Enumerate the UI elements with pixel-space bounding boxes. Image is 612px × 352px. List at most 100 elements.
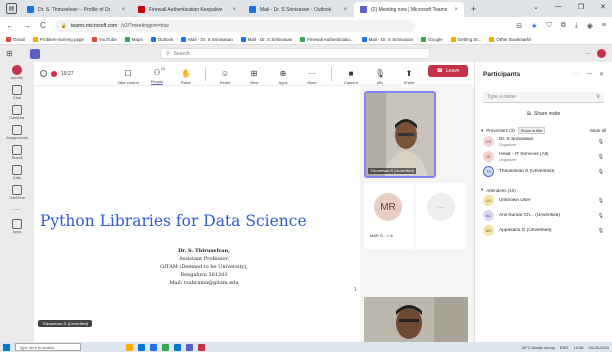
participant-row[interactable]: DS Dr. S Srinivasan Organizer 🎙 <box>475 134 612 149</box>
panel-close-icon[interactable]: ✕ <box>599 71 604 78</box>
bookmark-item[interactable]: Other Bookmarks <box>489 36 531 42</box>
taskbar-app-icon[interactable] <box>126 343 133 351</box>
bookmark-item[interactable]: Problem-Solving page <box>32 36 84 42</box>
url-field[interactable]: 🔒 teams.microsoft.com/v2/?meetingjoin=tr… <box>54 19 415 32</box>
taskbar-app-icon[interactable] <box>198 343 205 351</box>
start-button-icon[interactable] <box>3 343 10 351</box>
rail-item-assignments[interactable]: Assignments <box>6 125 28 140</box>
participant-row[interactable]: AC Anil Kumar Ch... (Unverified) 🎙 <box>475 208 612 223</box>
control-label: Camera <box>343 79 359 85</box>
tab-close-icon[interactable]: × <box>454 7 458 13</box>
tab-close-icon[interactable]: × <box>121 7 125 13</box>
participant-row[interactable]: TS Thiruselvan S (Unverified) 🎙 <box>475 164 612 179</box>
bookmark-item[interactable]: Mail - Dr. S Srinivasan <box>240 36 292 42</box>
teams-search-box[interactable]: ⚲ Search <box>160 48 430 59</box>
taskbar-app-icon[interactable] <box>150 343 157 351</box>
people-button[interactable]: ⚇ 10 People <box>144 66 170 85</box>
second-video-tile[interactable] <box>364 297 468 342</box>
new-tab-button[interactable]: + <box>471 4 476 14</box>
rail-item-teams[interactable]: Teams <box>11 145 23 160</box>
more-participants-tile[interactable]: ··· <box>416 183 466 249</box>
participant-row[interactable]: UU Unknown User 🎙 <box>475 193 612 208</box>
mic-icon[interactable]: 🎙 <box>598 139 604 145</box>
rail-item-activity[interactable]: Activity <box>11 65 23 80</box>
taskbar-app-icon[interactable] <box>186 343 193 351</box>
take-control-button[interactable]: ☐ Take control <box>115 69 141 85</box>
bookmark-star-icon[interactable]: ★ <box>531 22 537 30</box>
shield-icon[interactable]: ⛉ <box>546 22 551 30</box>
reader-view-icon[interactable]: ⊟ <box>516 22 522 30</box>
more-options-icon[interactable]: ··· <box>585 51 591 57</box>
taskbar-app-icon[interactable] <box>174 343 181 351</box>
mic-icon[interactable]: 🎙 <box>598 228 604 234</box>
clock-time[interactable]: 10:58 <box>574 345 584 350</box>
rail-item-calls[interactable]: Calls <box>12 165 22 180</box>
user-avatar[interactable] <box>597 49 606 58</box>
panel-minimize-icon[interactable]: — <box>586 71 592 78</box>
rail-item-onedrive[interactable]: OneDrive <box>9 185 25 200</box>
window-menu-icon[interactable]: ▤ <box>6 3 17 14</box>
bookmark-item[interactable]: Google <box>421 36 443 42</box>
speaker-video-tile[interactable]: Thiruselvan S (Unverified) <box>364 91 436 178</box>
reload-icon[interactable]: C <box>40 21 46 30</box>
mic-button[interactable]: 🎙 Mic <box>367 69 393 85</box>
panel-more-icon[interactable]: ··· <box>573 71 579 78</box>
bookmark-item[interactable]: Firewall Authenticatio... <box>300 36 354 42</box>
clock-date[interactable]: 04-03-2024 <box>589 345 609 350</box>
participant-search-input[interactable]: Type a name ⚲ <box>483 92 604 103</box>
mic-icon[interactable]: 🎙 <box>598 198 604 204</box>
leave-button[interactable]: ☎ Leave <box>428 65 468 77</box>
more-button[interactable]: ··· More <box>299 69 325 85</box>
weather-text[interactable]: 29°C Mostly sunny <box>521 345 554 350</box>
share-button[interactable]: ⬆ Share <box>396 69 422 85</box>
bookmark-item[interactable]: Mail - Dr. S Srinivasan <box>181 36 233 42</box>
tab-close-icon[interactable]: × <box>232 7 236 13</box>
extensions-icon[interactable]: ⧉ <box>561 22 566 30</box>
browser-tab[interactable]: Dr. S. Thiruselvan -- Profile of Dr. × <box>21 2 131 17</box>
rail-more-icon[interactable]: ··· <box>13 205 21 214</box>
mic-icon[interactable]: 🎙 <box>598 213 604 219</box>
participant-row[interactable]: AG Appasami G (Unverified) 🎙 <box>475 223 612 238</box>
participant-tile-mr[interactable]: MR MAR S... ▪ ⊘ <box>364 183 414 249</box>
rail-item-chat[interactable]: Chat <box>12 85 22 100</box>
profile-icon[interactable]: ◉ <box>587 22 593 30</box>
mic-icon[interactable]: 🎙 <box>598 154 604 160</box>
browser-tab[interactable]: Firewall Authentication Keepalive × <box>132 2 242 17</box>
bookmark-item[interactable]: Getting St... <box>450 36 481 42</box>
tab-close-icon[interactable]: × <box>343 7 347 13</box>
meeting-info-icon[interactable] <box>40 70 47 77</box>
back-icon[interactable]: ← <box>6 21 14 30</box>
bookmark-item[interactable]: YouTube <box>92 36 117 42</box>
browser-tab[interactable]: Mail - Dr. S Srinivasan - Outlook × <box>243 2 353 17</box>
tab-search-icon[interactable]: ⌄ <box>533 3 539 11</box>
menu-icon[interactable]: ≡ <box>602 22 606 30</box>
share-invite-button[interactable]: ⊞ Share invite <box>495 109 592 119</box>
rail-item-calendar[interactable]: Calendar <box>9 105 25 120</box>
maximize-icon[interactable]: ❐ <box>578 3 584 11</box>
tab-label: Dr. S. Thiruselvan -- Profile of Dr. <box>38 6 112 13</box>
bookmark-item[interactable]: Gmail <box>6 36 25 42</box>
participant-row[interactable]: HI Head - IT Services (All) Organizer 🎙 <box>475 149 612 164</box>
raise-button[interactable]: ✋ Raise <box>173 69 199 85</box>
forward-icon[interactable]: → <box>23 21 31 30</box>
mute-all-button[interactable]: Mute all <box>590 128 606 133</box>
close-window-icon[interactable]: ✕ <box>600 3 606 11</box>
language-indicator[interactable]: ENG <box>560 345 569 350</box>
react-button[interactable]: ☺ React <box>212 69 238 85</box>
download-icon[interactable]: ⤓ <box>575 22 578 30</box>
rail-item-apps[interactable]: Apps <box>12 219 22 234</box>
browser-tab[interactable]: (2) Meeting now | Microsoft Teams × <box>354 2 464 17</box>
view-button[interactable]: ⊞ View <box>241 69 267 85</box>
bookmark-item[interactable]: Mail - Dr. S Srinivasan <box>361 36 413 42</box>
taskbar-app-icon[interactable] <box>162 343 169 351</box>
bookmark-item[interactable]: Maps <box>124 36 143 42</box>
taskbar-search-box[interactable]: Type here to search <box>15 343 81 351</box>
apps-button[interactable]: ⊕ Apps <box>270 69 296 85</box>
app-launcher-icon[interactable]: ⊞ <box>6 49 30 58</box>
minimize-icon[interactable]: — <box>555 3 562 11</box>
mic-icon[interactable]: 🎙 <box>598 169 604 175</box>
taskbar-app-icon[interactable] <box>138 343 145 351</box>
bookmark-item[interactable]: Outlook <box>150 36 173 42</box>
presenters-section-header[interactable]: ▾ Presenters (3) Show in title Mute all <box>475 127 612 134</box>
camera-button[interactable]: ■ Camera <box>338 69 364 85</box>
